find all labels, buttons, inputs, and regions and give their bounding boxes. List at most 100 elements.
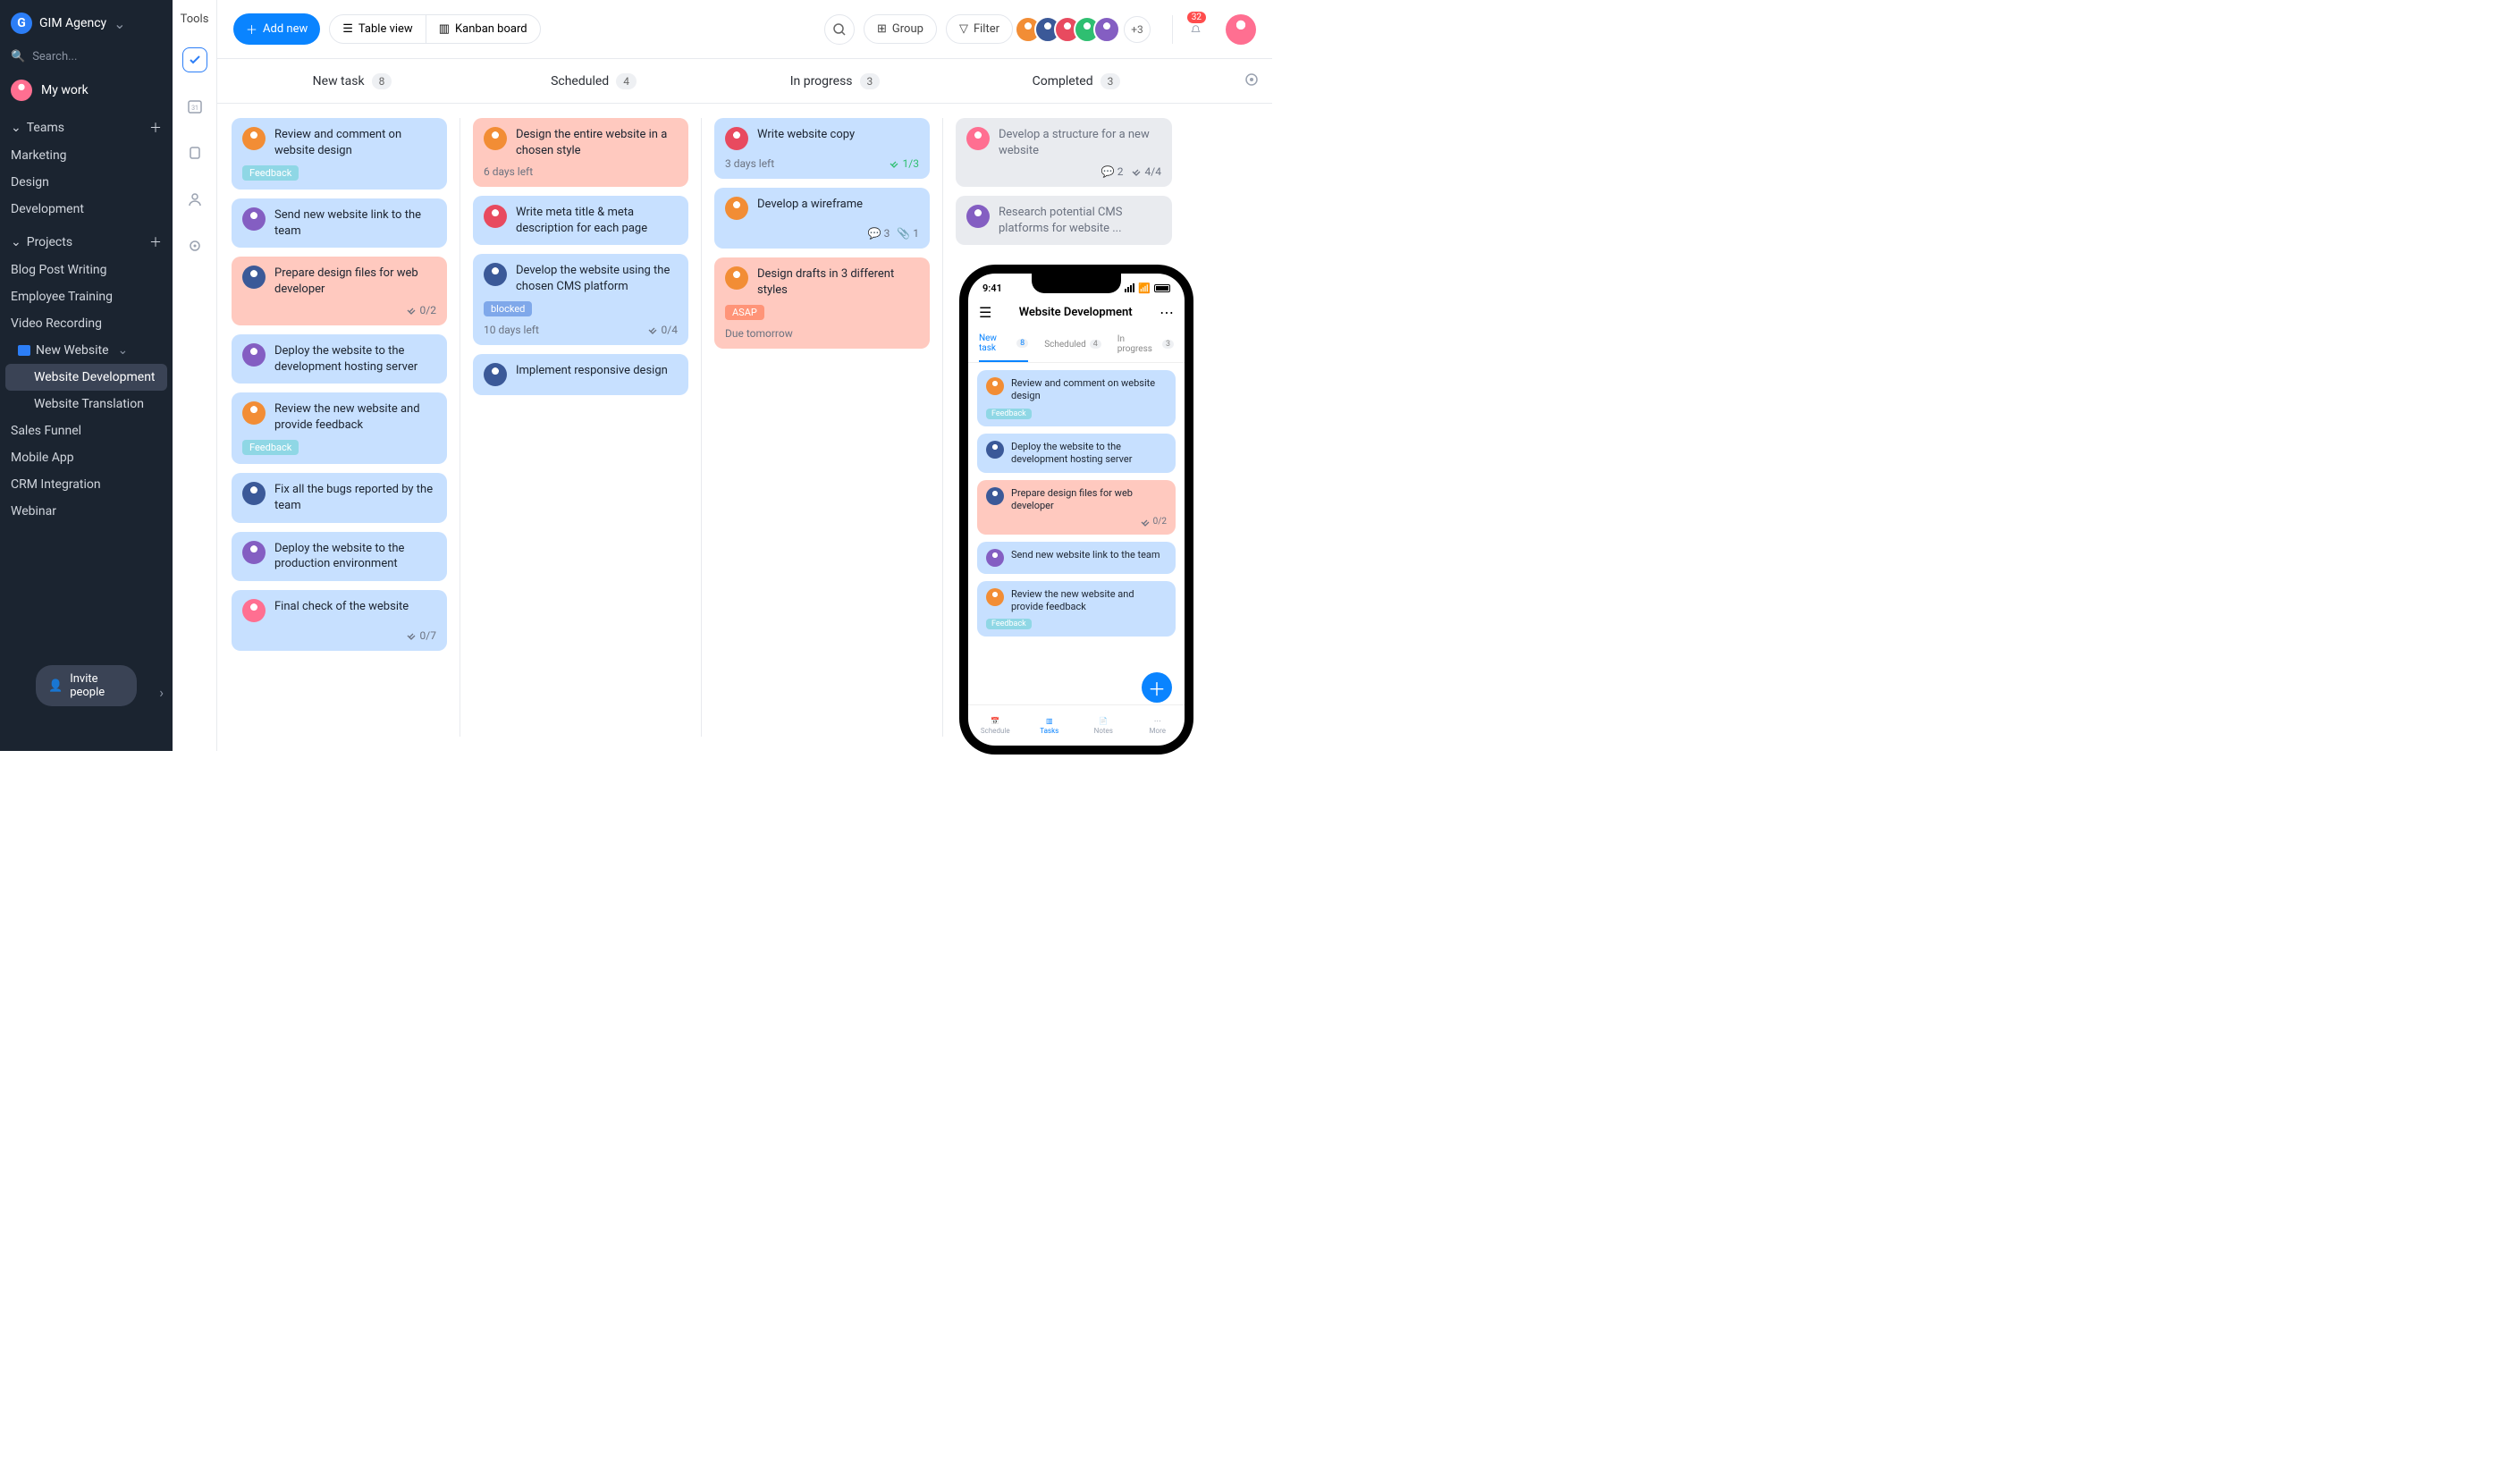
avatar [986, 549, 1004, 567]
due-text: 10 days left [484, 324, 539, 336]
folder-icon [18, 345, 30, 356]
phone-tab-in-progress[interactable]: In progress3 [1117, 333, 1174, 362]
project-folder-new-website[interactable]: New Website ⌄ [0, 337, 173, 364]
people-tool-icon[interactable] [182, 187, 207, 212]
project-mobile-app[interactable]: Mobile App [0, 444, 173, 471]
group-button[interactable]: ⊞Group [864, 14, 937, 44]
teams-header[interactable]: ⌄Teams ＋ [0, 108, 173, 142]
project-blog-post[interactable]: Blog Post Writing [0, 257, 173, 283]
phone-task-card[interactable]: Review the new website and provide feedb… [977, 581, 1176, 637]
task-card[interactable]: Develop a wireframe💬 3📎 1 [714, 188, 930, 249]
phone-tab-schedule[interactable]: 📅Schedule [968, 705, 1023, 746]
task-card[interactable]: Prepare design files for web developer 0… [232, 257, 447, 325]
task-card[interactable]: Deploy the website to the production env… [232, 532, 447, 581]
task-title: Review and comment on website design [274, 127, 436, 158]
task-card[interactable]: Fix all the bugs reported by the team [232, 473, 447, 522]
team-marketing[interactable]: Marketing [0, 142, 173, 169]
task-card[interactable]: Develop the website using the chosen CMS… [473, 254, 688, 345]
avatar [725, 266, 748, 290]
battery-icon [1154, 284, 1170, 292]
project-employee-training[interactable]: Employee Training [0, 283, 173, 310]
task-title: Develop a structure for a new website [999, 127, 1161, 158]
notes-icon: 📄 [1099, 717, 1108, 725]
plus-icon[interactable]: ＋ [149, 119, 162, 137]
task-card[interactable]: Send new website link to the team [232, 198, 447, 248]
project-video-recording[interactable]: Video Recording [0, 310, 173, 337]
task-title: Send new website link to the team [1011, 549, 1167, 561]
calendar-tool-icon[interactable]: 31 [182, 94, 207, 119]
task-card[interactable]: Research potential CMS platforms for web… [956, 196, 1172, 245]
task-card[interactable]: Review and comment on website design Feed… [232, 118, 447, 190]
avatar [725, 197, 748, 220]
notifications-button[interactable]: 32 [1172, 15, 1201, 44]
member-avatars[interactable] [1022, 16, 1120, 43]
board-settings-icon[interactable] [1244, 72, 1260, 88]
task-tag: Feedback [242, 440, 299, 455]
more-avatars[interactable]: +3 [1124, 16, 1151, 43]
my-work-link[interactable]: My work [0, 72, 173, 108]
task-tag: blocked [484, 301, 532, 316]
tool-rail: Tools 31 [173, 0, 217, 751]
add-new-button[interactable]: ＋ Add new [233, 13, 320, 45]
phone-tab-tasks[interactable]: ▥Tasks [1023, 705, 1077, 746]
task-card[interactable]: Write website copy3 days left 1/3 [714, 118, 930, 179]
task-title: Develop a wireframe [757, 197, 919, 213]
task-card[interactable]: Deploy the website to the development ho… [232, 334, 447, 384]
task-title: Deploy the website to the production env… [274, 541, 436, 572]
task-tag: Feedback [242, 165, 299, 181]
phone-tab-notes[interactable]: 📄Notes [1076, 705, 1131, 746]
invite-people-button[interactable]: 👤 Invite people [36, 665, 137, 706]
project-sales-funnel[interactable]: Sales Funnel [0, 417, 173, 444]
phone-mockup: 9:41 📶 ☰ Website Development ⋯ New task8… [959, 265, 1193, 755]
menu-icon[interactable]: ☰ [979, 304, 991, 321]
task-title: Review the new website and provide feedb… [1011, 588, 1167, 614]
projects-header[interactable]: ⌄Projects ＋ [0, 223, 173, 257]
due-text: 3 days left [725, 157, 774, 170]
phone-tab-scheduled[interactable]: Scheduled4 [1044, 333, 1101, 362]
filter-button[interactable]: ▽Filter [946, 14, 1013, 44]
collapse-sidebar-button[interactable]: › [159, 684, 164, 701]
more-icon[interactable]: ⋯ [1160, 304, 1174, 321]
chevron-down-icon: ⌄ [118, 343, 129, 358]
project-website-development[interactable]: Website Development [5, 364, 167, 391]
project-webinar[interactable]: Webinar [0, 498, 173, 525]
table-view-button[interactable]: ☰Table view [330, 15, 426, 43]
comments-count: 💬 2 [1101, 165, 1124, 178]
workspace-switcher[interactable]: G GIM Agency ⌄ [0, 0, 173, 46]
current-user-avatar[interactable] [1226, 14, 1256, 45]
task-title: Research potential CMS platforms for web… [999, 205, 1161, 236]
checklist-count: 0/2 [986, 517, 1167, 527]
due-text: Due tomorrow [725, 327, 793, 340]
team-design[interactable]: Design [0, 169, 173, 196]
phone-add-button[interactable]: ＋ [1142, 672, 1172, 703]
team-development[interactable]: Development [0, 196, 173, 223]
task-card[interactable]: Implement responsive design [473, 354, 688, 395]
phone-task-card[interactable]: Send new website link to the team [977, 542, 1176, 574]
task-title: Develop the website using the chosen CMS… [516, 263, 678, 294]
phone-task-card[interactable]: Review and comment on website designFeed… [977, 370, 1176, 426]
chevron-down-icon: ⌄ [11, 235, 21, 249]
task-card[interactable]: Develop a structure for a new website 💬 2… [956, 118, 1172, 187]
search-button[interactable] [824, 14, 855, 45]
plus-icon[interactable]: ＋ [149, 233, 162, 251]
notes-tool-icon[interactable] [182, 140, 207, 165]
project-website-translation[interactable]: Website Translation [5, 391, 167, 417]
signal-icon [1125, 283, 1134, 292]
search-input[interactable]: 🔍 Search... [0, 46, 173, 72]
task-card[interactable]: Write meta title & meta description for … [473, 196, 688, 245]
phone-task-card[interactable]: Deploy the website to the development ho… [977, 434, 1176, 474]
tasks-tool-icon[interactable] [182, 47, 207, 72]
phone-tab-more[interactable]: ⋯More [1131, 705, 1185, 746]
task-card[interactable]: Design drafts in 3 different stylesASAPD… [714, 257, 930, 349]
settings-tool-icon[interactable] [182, 233, 207, 258]
phone-tab-new-task[interactable]: New task8 [979, 333, 1028, 362]
avatar [484, 363, 507, 386]
kanban-view-button[interactable]: ▥Kanban board [426, 15, 540, 43]
phone-notch [1032, 274, 1121, 293]
task-card[interactable]: Design the entire website in a chosen st… [473, 118, 688, 187]
due-text: 6 days left [484, 165, 533, 178]
phone-task-card[interactable]: Prepare design files for web developer 0… [977, 480, 1176, 535]
task-card[interactable]: Review the new website and provide feedb… [232, 392, 447, 464]
project-crm-integration[interactable]: CRM Integration [0, 471, 173, 498]
task-card[interactable]: Final check of the website 0/7 [232, 590, 447, 651]
